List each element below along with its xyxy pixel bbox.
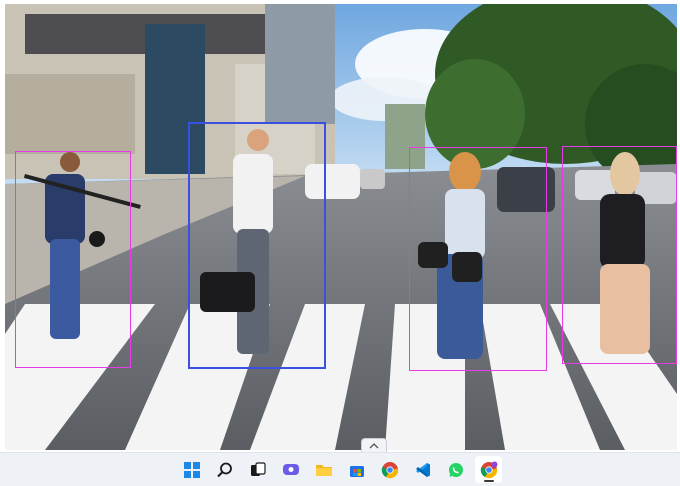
chrome-icon[interactable] bbox=[376, 456, 403, 483]
image-viewer bbox=[0, 0, 680, 452]
windows-start-icon[interactable] bbox=[178, 456, 205, 483]
chrome-active-icon[interactable] bbox=[475, 456, 502, 483]
person-bbox-3 bbox=[409, 147, 547, 371]
taskbar bbox=[0, 452, 680, 486]
store-icon[interactable] bbox=[343, 456, 370, 483]
expand-chevron-button[interactable] bbox=[361, 438, 387, 452]
file-explorer-icon[interactable] bbox=[310, 456, 337, 483]
chat-icon[interactable] bbox=[277, 456, 304, 483]
whatsapp-icon[interactable] bbox=[442, 456, 469, 483]
chevron-up-icon bbox=[369, 442, 379, 448]
vscode-icon[interactable] bbox=[409, 456, 436, 483]
search-icon[interactable] bbox=[211, 456, 238, 483]
person-bbox-2 bbox=[188, 122, 326, 369]
person-bbox-1 bbox=[15, 151, 131, 368]
task-view-icon[interactable] bbox=[244, 456, 271, 483]
person-bbox-4 bbox=[562, 146, 677, 364]
street-crossing-photo bbox=[5, 4, 677, 450]
